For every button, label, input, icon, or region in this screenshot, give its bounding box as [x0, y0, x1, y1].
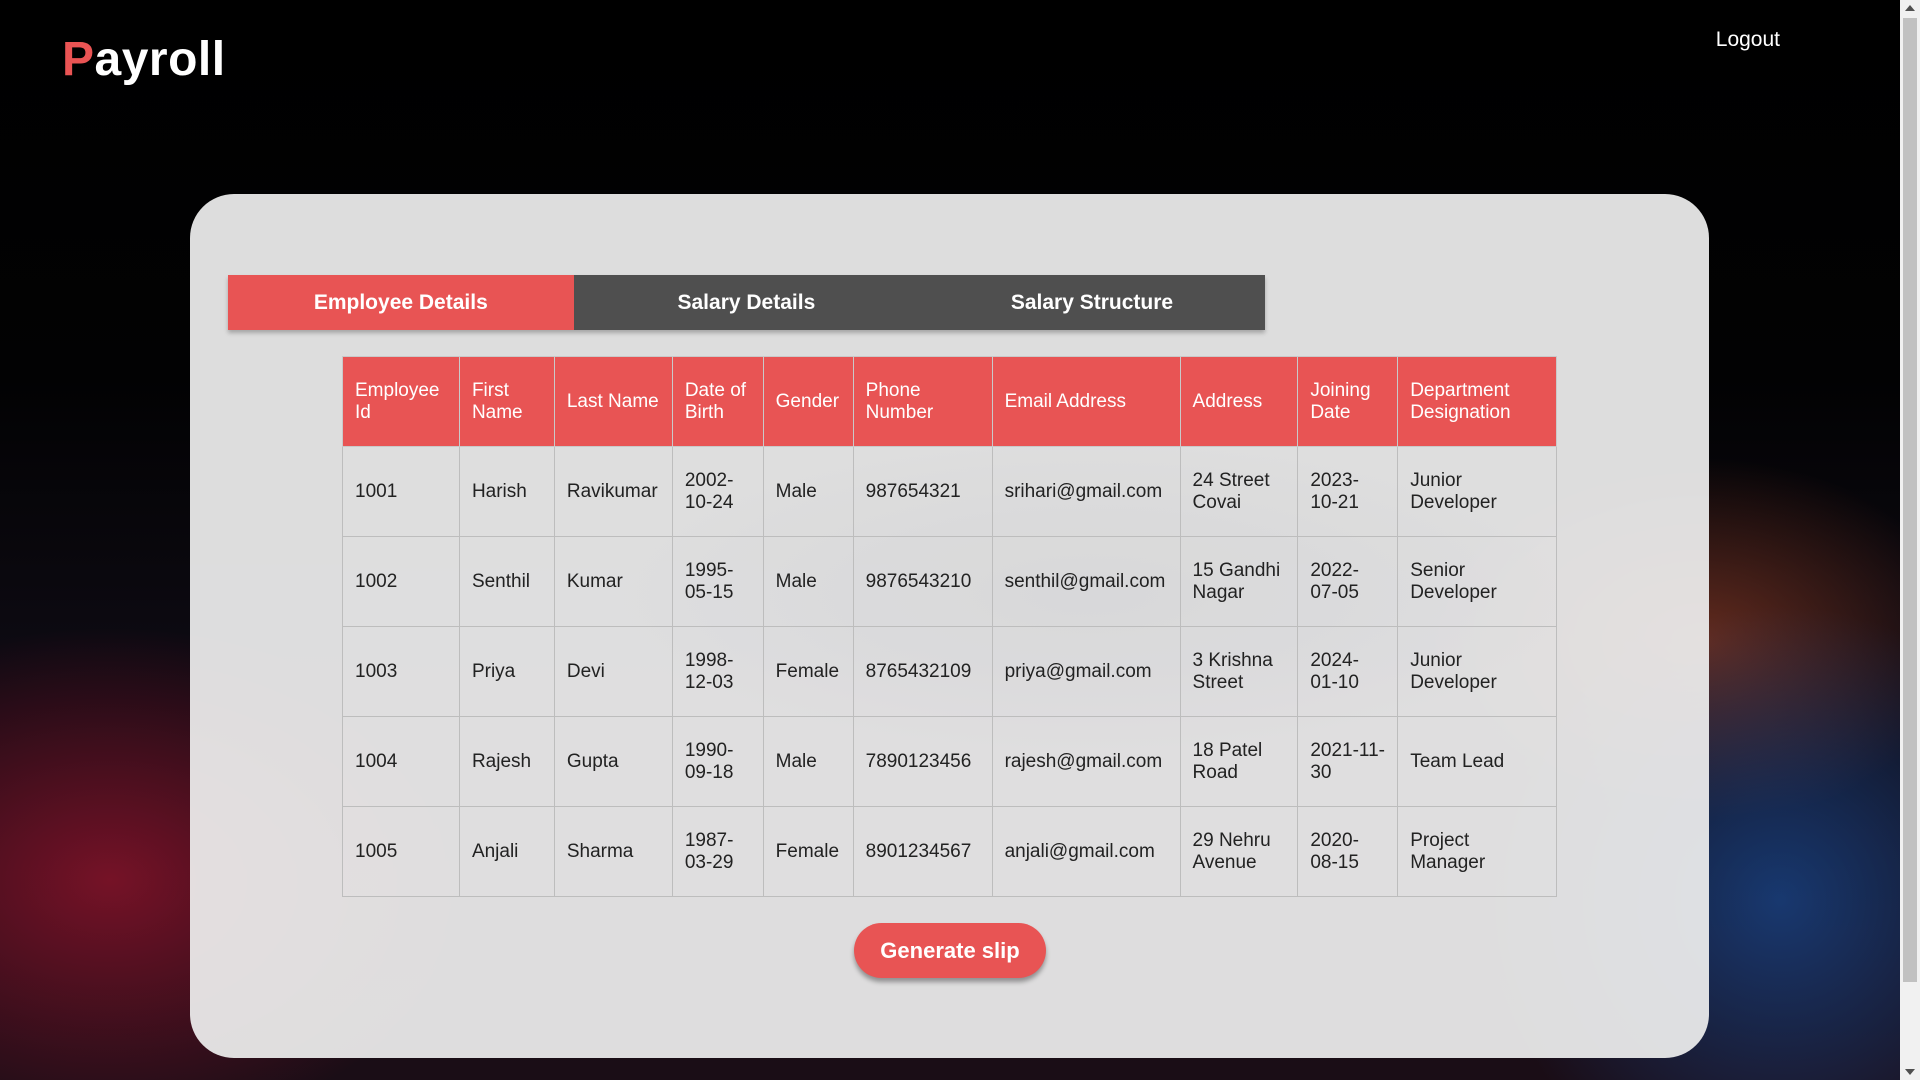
table-cell: 2020-08-15	[1297, 806, 1399, 897]
table-cell: Harish	[458, 446, 555, 537]
table-cell: 987654321	[852, 446, 993, 537]
table-cell: Male	[762, 536, 854, 627]
table-cell: Male	[762, 446, 854, 537]
table-cell: Female	[762, 806, 854, 897]
main-card: Employee Details Salary Details Salary S…	[190, 194, 1709, 1058]
logo-text: ayroll	[94, 33, 226, 86]
table-cell: Gupta	[553, 716, 673, 807]
table-cell: 2002-10-24	[671, 446, 764, 537]
vertical-scrollbar[interactable]	[1900, 0, 1920, 1080]
table-cell: 2024-01-10	[1297, 626, 1399, 717]
tab-salary-details[interactable]: Salary Details	[574, 275, 920, 330]
column-header: Department Designation	[1397, 356, 1557, 447]
table-cell: 1990-09-18	[671, 716, 764, 807]
table-row: 1004 Rajesh Gupta 1990-09-18 Male 789012…	[342, 716, 1557, 807]
table-cell: Male	[762, 716, 854, 807]
table-row: 1005 Anjali Sharma 1987-03-29 Female 890…	[342, 806, 1557, 897]
table-cell: Team Lead	[1397, 716, 1557, 807]
table-cell: 1995-05-15	[671, 536, 764, 627]
column-header: Joining Date	[1297, 356, 1399, 447]
table-cell: Ravikumar	[553, 446, 673, 537]
employee-table-container: Employee Id First Name Last Name Date of…	[342, 356, 1557, 897]
table-cell: Senthil	[458, 536, 555, 627]
table-header-row: Employee Id First Name Last Name Date of…	[342, 356, 1557, 447]
table-cell: 3 Krishna Street	[1179, 626, 1299, 717]
scroll-down-arrow-icon[interactable]	[1905, 1069, 1915, 1075]
column-header: Email Address	[991, 356, 1181, 447]
table-cell: Senior Developer	[1397, 536, 1557, 627]
column-header: Phone Number	[852, 356, 993, 447]
scrollbar-thumb[interactable]	[1903, 18, 1917, 982]
table-cell: 8901234567	[852, 806, 993, 897]
generate-slip-button[interactable]: Generate slip	[854, 923, 1046, 978]
table-cell: Junior Developer	[1397, 446, 1557, 537]
table-cell: Devi	[553, 626, 673, 717]
table-cell: srihari@gmail.com	[991, 446, 1181, 537]
app-logo: Payroll	[62, 32, 226, 87]
table-cell: rajesh@gmail.com	[991, 716, 1181, 807]
table-cell: 2023-10-21	[1297, 446, 1399, 537]
column-header: Employee Id	[342, 356, 460, 447]
table-cell: senthil@gmail.com	[991, 536, 1181, 627]
table-row: 1003 Priya Devi 1998-12-03 Female 876543…	[342, 626, 1557, 717]
table-cell: 24 Street Covai	[1179, 446, 1299, 537]
table-cell: Anjali	[458, 806, 555, 897]
column-header: Date of Birth	[671, 356, 764, 447]
table-cell: 7890123456	[852, 716, 993, 807]
table-row: 1002 Senthil Kumar 1995-05-15 Male 98765…	[342, 536, 1557, 627]
table-cell: 29 Nehru Avenue	[1179, 806, 1299, 897]
table-cell: 1004	[342, 716, 460, 807]
tab-salary-structure[interactable]: Salary Structure	[919, 275, 1265, 330]
table-cell: priya@gmail.com	[991, 626, 1181, 717]
table-cell: Priya	[458, 626, 555, 717]
column-header: Address	[1179, 356, 1299, 447]
column-header: Gender	[762, 356, 854, 447]
logo-initial: P	[62, 33, 95, 86]
table-cell: 1998-12-03	[671, 626, 764, 717]
table-cell: 2022-07-05	[1297, 536, 1399, 627]
table-cell: anjali@gmail.com	[991, 806, 1181, 897]
table-cell: Kumar	[553, 536, 673, 627]
table-cell: 15 Gandhi Nagar	[1179, 536, 1299, 627]
tab-bar: Employee Details Salary Details Salary S…	[228, 275, 1265, 330]
table-cell: 9876543210	[852, 536, 993, 627]
scroll-up-arrow-icon[interactable]	[1905, 5, 1915, 11]
table-cell: 1001	[342, 446, 460, 537]
column-header: First Name	[458, 356, 555, 447]
table-cell: 1003	[342, 626, 460, 717]
logout-link[interactable]: Logout	[1716, 28, 1780, 52]
table-cell: 2021-11-30	[1297, 716, 1399, 807]
table-cell: Rajesh	[458, 716, 555, 807]
table-cell: Female	[762, 626, 854, 717]
employee-table: Employee Id First Name Last Name Date of…	[342, 356, 1557, 897]
table-row: 1001 Harish Ravikumar 2002-10-24 Male 98…	[342, 446, 1557, 537]
table-cell: Sharma	[553, 806, 673, 897]
table-cell: 18 Patel Road	[1179, 716, 1299, 807]
table-cell: 1005	[342, 806, 460, 897]
table-cell: Project Manager	[1397, 806, 1557, 897]
table-cell: 1987-03-29	[671, 806, 764, 897]
table-cell: Junior Developer	[1397, 626, 1557, 717]
tab-employee-details[interactable]: Employee Details	[228, 275, 574, 330]
table-cell: 8765432109	[852, 626, 993, 717]
column-header: Last Name	[553, 356, 673, 447]
table-cell: 1002	[342, 536, 460, 627]
